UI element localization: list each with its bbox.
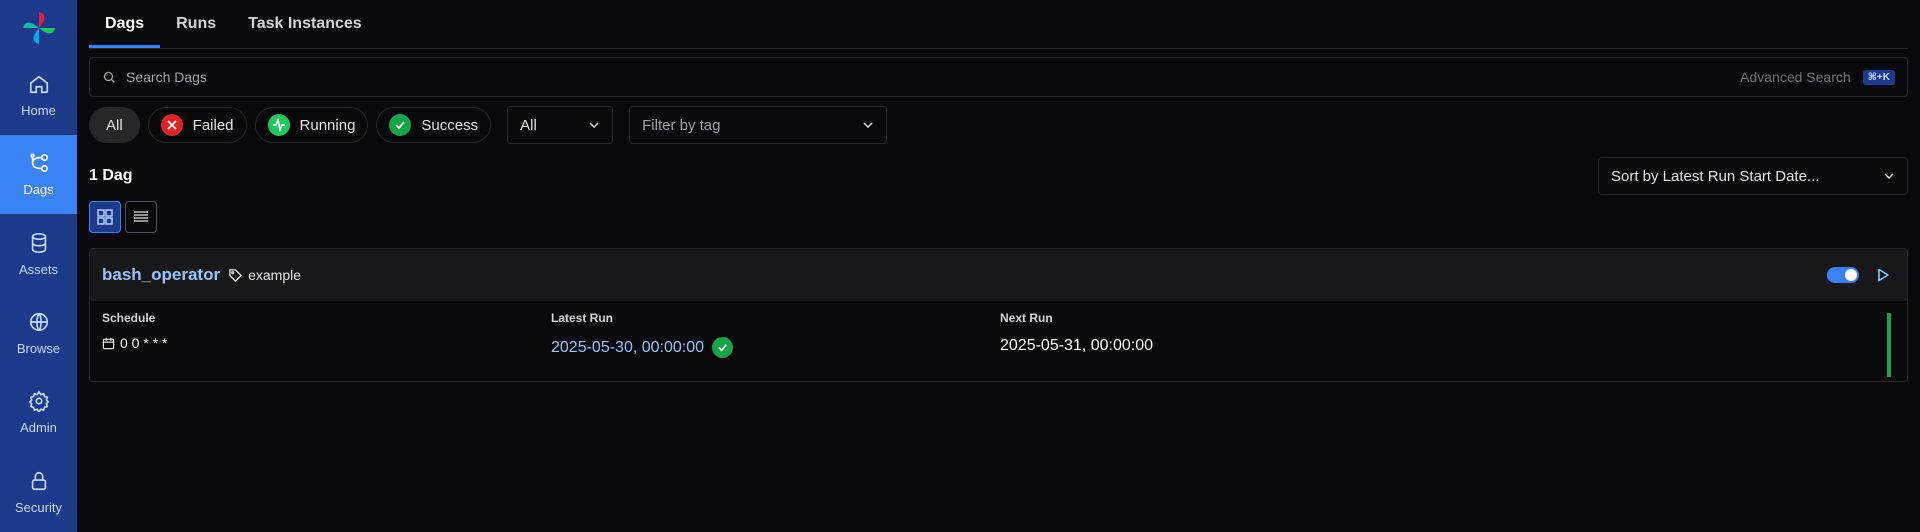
sort-select[interactable]: Sort by Latest Run Start Date...: [1598, 157, 1908, 195]
latest-run-label: Latest Run: [551, 311, 614, 325]
sidebar-item-label: Browse: [16, 341, 61, 356]
tab-runs[interactable]: Runs: [160, 0, 232, 48]
sidebar-item-assets[interactable]: Assets: [0, 214, 77, 293]
sidebar-item-label: Home: [21, 102, 56, 118]
advanced-search-link[interactable]: Advanced Search: [1740, 69, 1851, 85]
dag-card-header: bash_operator example: [90, 249, 1907, 301]
gear-icon: [28, 390, 49, 413]
grid-icon: [97, 209, 113, 225]
sidebar: Home Dags Assets Browse Admin Security: [0, 0, 77, 532]
next-run-value: 2025-05-31, 00:00:00: [1000, 337, 1154, 354]
sidebar-item-admin[interactable]: Admin: [0, 373, 77, 452]
next-run-column: Next Run 2025-05-31, 00:00:00: [1000, 311, 1449, 371]
schedule-cron: 0 0 * * *: [120, 335, 168, 351]
lock-icon: [31, 471, 46, 490]
dag-icon: [29, 153, 48, 173]
sidebar-item-dags[interactable]: Dags: [0, 134, 77, 215]
search-icon: [103, 71, 115, 83]
paused-select-value: All: [520, 116, 537, 134]
schedule-value: 0 0 * * *: [102, 335, 551, 351]
tab-dags[interactable]: Dags: [89, 0, 161, 48]
view-toggle: [89, 201, 1908, 233]
schedule-label: Schedule: [102, 311, 156, 325]
paused-select[interactable]: All: [507, 106, 614, 144]
sidebar-item-label: Admin: [20, 420, 57, 436]
check-icon: [389, 114, 412, 136]
latest-run-value[interactable]: 2025-05-30, 00:00:00: [551, 337, 1000, 358]
filter-bar: All Failed Running Success All Filter by…: [89, 106, 1908, 144]
latest-run-date: 2025-05-30, 00:00:00: [551, 338, 705, 356]
sidebar-item-security[interactable]: Security: [0, 453, 77, 532]
latest-run-column: Latest Run 2025-05-30, 00:00:00: [551, 311, 1000, 371]
sidebar-item-browse[interactable]: Browse: [0, 294, 77, 373]
sidebar-item-label: Security: [15, 499, 62, 515]
airflow-logo[interactable]: [0, 0, 77, 56]
calendar-icon: [102, 337, 115, 349]
tag-filter-placeholder: Filter by tag: [642, 116, 721, 134]
sidebar-item-label: Assets: [18, 261, 58, 277]
table-view-button[interactable]: [125, 201, 157, 233]
filter-failed-label: Failed: [192, 116, 234, 134]
card-view-button[interactable]: [89, 201, 121, 233]
sort-select-value: Sort by Latest Run Start Date...: [1611, 167, 1820, 185]
trigger-dag-button[interactable]: [1871, 263, 1895, 287]
chevron-down-icon: [589, 122, 599, 129]
home-icon: [29, 75, 48, 93]
search-input[interactable]: [126, 69, 1741, 85]
filter-success-label: Success: [421, 116, 479, 134]
search-bar: Advanced Search ⌘+K: [89, 57, 1908, 97]
sidebar-item-label: Dags: [23, 182, 54, 198]
list-header: 1 Dag Sort by Latest Run Start Date...: [89, 157, 1908, 195]
next-run-label: Next Run: [1000, 311, 1053, 325]
pinwheel-icon: [22, 11, 55, 44]
filter-success-button[interactable]: Success: [376, 107, 492, 143]
dag-card: bash_operator example Schedule 0 0 * * *: [89, 248, 1908, 382]
dag-count: 1 Dag: [89, 167, 133, 184]
list-icon: [134, 211, 148, 222]
play-icon: [1878, 268, 1889, 282]
globe-icon: [29, 312, 48, 332]
recent-run-bar[interactable]: [1887, 313, 1891, 377]
sidebar-item-home[interactable]: Home: [0, 56, 77, 135]
shortcut-badge: ⌘+K: [1862, 69, 1895, 85]
database-icon: [31, 232, 46, 253]
dag-tag[interactable]: example: [228, 267, 301, 283]
filter-all-button[interactable]: All: [89, 107, 140, 143]
dag-actions: [1827, 263, 1895, 287]
schedule-column: Schedule 0 0 * * *: [102, 311, 551, 371]
dag-card-body: Schedule 0 0 * * * Latest Run 2025-05-30…: [90, 301, 1907, 381]
chevron-down-icon: [863, 122, 873, 129]
dag-id-link[interactable]: bash_operator: [102, 265, 220, 285]
x-icon: [160, 114, 183, 136]
tab-task-instances[interactable]: Task Instances: [232, 0, 378, 48]
success-icon: [712, 337, 734, 358]
filter-failed-button[interactable]: Failed: [147, 107, 247, 143]
pause-toggle[interactable]: [1827, 267, 1859, 283]
main-content: Dags Runs Task Instances Advanced Search…: [89, 0, 1908, 382]
filter-running-button[interactable]: Running: [254, 107, 369, 143]
tag-filter-select[interactable]: Filter by tag: [629, 106, 888, 144]
tag-icon: [229, 268, 243, 282]
filter-running-label: Running: [299, 116, 356, 134]
activity-icon: [267, 114, 290, 136]
tab-bar: Dags Runs Task Instances: [89, 0, 1908, 49]
chevron-down-icon: [1884, 173, 1894, 180]
dag-tag-label: example: [248, 267, 302, 283]
